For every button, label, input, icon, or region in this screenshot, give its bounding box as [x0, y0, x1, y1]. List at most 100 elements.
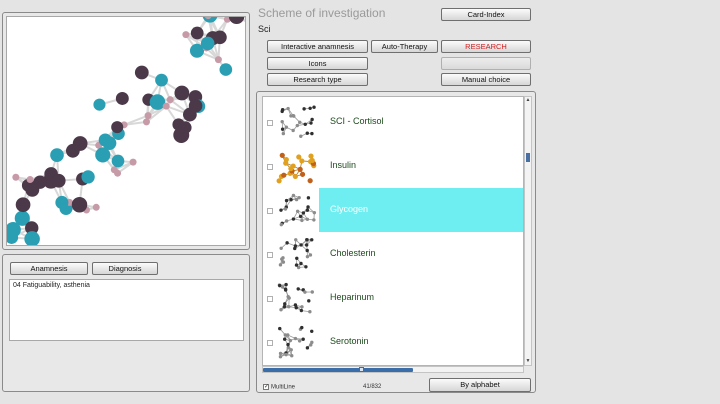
thumbnail-atom — [308, 253, 313, 257]
thumbnail-atom — [293, 336, 298, 341]
thumbnail-atom — [285, 241, 289, 245]
thumbnail-atom — [310, 131, 314, 136]
vertical-scroll-thumb[interactable] — [526, 153, 530, 162]
thumbnail-atom — [295, 123, 300, 128]
molecule-atom — [33, 175, 47, 189]
scroll-down-icon[interactable]: ▼ — [525, 358, 531, 365]
thumbnail-atom — [310, 329, 314, 333]
thumbnail-atom — [310, 117, 314, 122]
thumbnail-atom — [304, 243, 309, 247]
thumbnail-atom — [287, 305, 291, 309]
thumbnail-atom — [287, 296, 291, 300]
list-item[interactable]: Insulin — [263, 144, 523, 188]
substance-list-panel: SCI - Cortisol Insulin Glycogen Choleste… — [256, 91, 536, 393]
molecule-atom — [24, 231, 40, 245]
thumbnail-atom — [310, 238, 314, 242]
anamnesis-button[interactable]: Anamnesis — [10, 262, 88, 275]
molecule-thumbnail — [279, 193, 317, 227]
multiline-label: MultiLine — [271, 384, 296, 391]
thumbnail-atom — [298, 120, 302, 125]
horizontal-scrollbar[interactable] — [262, 366, 524, 373]
molecule-atom — [190, 26, 204, 40]
item-checkbox[interactable] — [267, 164, 273, 170]
diagnosis-button[interactable]: Diagnosis — [92, 262, 158, 275]
sort-by-alphabet-button[interactable]: By alphabet — [429, 378, 531, 392]
molecule-atom — [71, 196, 88, 213]
list-item-label: Serotonin — [330, 336, 369, 346]
molecule-atom — [214, 56, 222, 64]
thumbnail-atom — [310, 290, 314, 294]
card-index-button[interactable]: Card-Index — [441, 8, 531, 21]
substance-list[interactable]: SCI - Cortisol Insulin Glycogen Choleste… — [262, 96, 524, 366]
thumbnail-atom — [305, 237, 309, 242]
multiline-checkbox[interactable]: ✓ — [263, 384, 269, 390]
scroll-up-icon[interactable]: ▲ — [525, 97, 531, 104]
thumbnail-atom — [298, 214, 303, 219]
molecule-atom — [188, 99, 203, 113]
molecule-atom — [200, 36, 215, 51]
list-item[interactable]: Glycogen — [263, 188, 523, 232]
auto-therapy-button[interactable]: Auto-Therapy — [371, 40, 438, 53]
molecule-viewer[interactable] — [6, 16, 246, 246]
list-item-label: Insulin — [330, 160, 357, 170]
thumbnail-atom — [309, 157, 315, 164]
thumbnail-atom — [282, 337, 287, 341]
list-item[interactable]: Serotonin — [263, 320, 523, 364]
molecule-atom — [114, 169, 122, 177]
thumbnail-atom — [297, 339, 302, 343]
thumbnail-atom — [301, 211, 306, 215]
thumbnail-atom — [293, 244, 298, 248]
research-type-button[interactable]: Research type — [267, 73, 368, 86]
molecule-atom — [149, 94, 166, 110]
list-item[interactable]: Heparinum — [263, 276, 523, 320]
thumbnail-atom — [305, 248, 309, 253]
molecule-atom — [93, 98, 106, 111]
thumbnail-atom — [280, 119, 284, 124]
molecule-atom — [92, 203, 100, 211]
molecule-atom — [162, 102, 170, 110]
thumbnail-atom — [299, 308, 304, 313]
thumbnail-atom — [284, 198, 289, 203]
vertical-scrollbar[interactable]: ▲ ▼ — [524, 96, 532, 366]
thumbnail-atom — [309, 343, 313, 347]
interactive-anamnesis-button[interactable]: Interactive anamnesis — [267, 40, 368, 53]
manual-choice-button[interactable]: Manual choice — [441, 73, 531, 86]
thumbnail-atom — [284, 125, 289, 129]
item-checkbox[interactable] — [267, 296, 273, 302]
thumbnail-atom — [291, 114, 296, 118]
thumbnail-atom — [279, 222, 284, 227]
item-checkbox[interactable] — [267, 120, 273, 126]
horizontal-scroll-thumb[interactable] — [263, 368, 413, 372]
molecule-thumbnail — [278, 237, 314, 270]
thumbnail-atom — [294, 306, 298, 310]
thumbnail-atom — [280, 127, 285, 131]
thumbnail-atom — [283, 333, 287, 337]
thumbnail-atom — [291, 128, 295, 133]
icons-button[interactable]: Icons — [267, 57, 368, 70]
molecule-atom — [144, 112, 152, 120]
molecule-atom — [26, 175, 34, 183]
list-item-label: SCI - Cortisol — [330, 116, 384, 126]
molecule-atom — [219, 63, 233, 76]
list-item[interactable]: SCI - Cortisol — [263, 100, 523, 144]
list-item[interactable]: Cholesterin — [263, 232, 523, 276]
thumbnail-atom — [294, 197, 299, 202]
thumbnail-atom — [292, 173, 298, 180]
diagnosis-notes[interactable]: 04 Fatiguability, asthenia — [9, 279, 244, 341]
thumbnail-atom — [276, 178, 282, 184]
item-checkbox[interactable] — [267, 208, 273, 214]
disabled-toolbar-button — [441, 57, 531, 70]
item-checkbox[interactable] — [267, 340, 273, 346]
item-checkbox[interactable] — [267, 252, 273, 258]
molecule-atom — [155, 73, 168, 87]
molecule-atom — [142, 118, 150, 126]
thumbnail-atom — [301, 337, 305, 341]
molecule-atom — [111, 154, 125, 168]
thumbnail-atom — [281, 172, 287, 178]
list-item-label: Cholesterin — [330, 248, 376, 258]
multiline-toggle[interactable]: ✓ MultiLine — [263, 384, 295, 391]
scroll-grip-icon[interactable] — [359, 367, 364, 372]
thumbnail-atom — [294, 263, 299, 267]
thumbnail-atom — [305, 254, 310, 259]
research-button[interactable]: RESEARCH — [441, 40, 531, 53]
